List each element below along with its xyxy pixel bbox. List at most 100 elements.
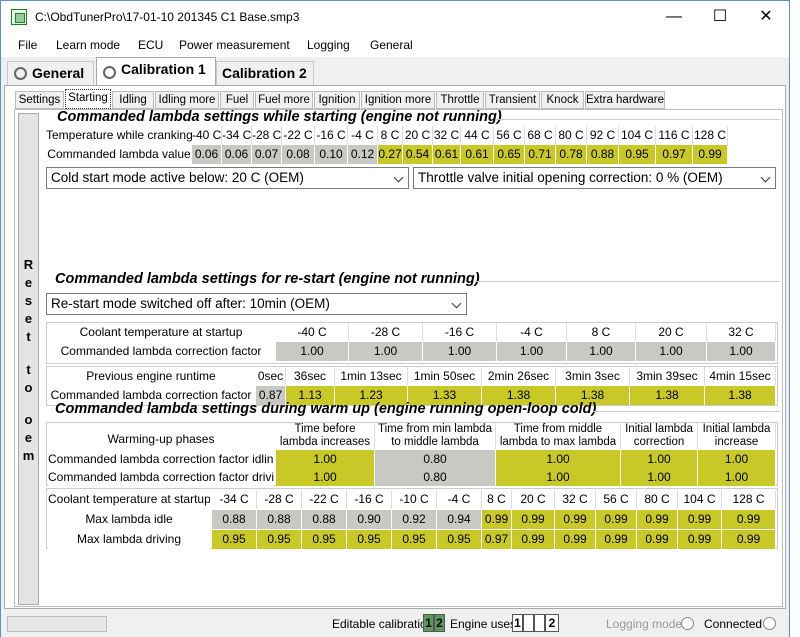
throttle-opening-combo[interactable]: Throttle valve initial opening correctio… xyxy=(413,167,776,189)
max-lambda-idle-cell[interactable]: 0.99 xyxy=(637,510,678,529)
restart-combo[interactable]: Re-start mode switched off after: 10min … xyxy=(46,293,467,315)
tab-calibration-1[interactable]: Calibration 1 xyxy=(96,57,216,85)
max-lambda-driving-cell[interactable]: 0.97 xyxy=(482,530,512,549)
subtab-idling-more[interactable]: Idling more xyxy=(155,91,219,109)
lambda-value-cell[interactable]: 0.06 xyxy=(192,145,222,164)
max-lambda-driving-cell[interactable]: 0.99 xyxy=(637,530,678,549)
connected-radio[interactable] xyxy=(763,617,776,630)
idling-factor-cell[interactable]: 1.00 xyxy=(621,450,698,468)
idling-factor-cell[interactable]: 1.00 xyxy=(698,450,776,468)
lambda-value-cell[interactable]: 0.99 xyxy=(693,145,728,164)
cranking-temp-header: -22 C xyxy=(282,126,315,145)
minimize-button[interactable]: — xyxy=(651,1,697,33)
lambda-value-cell[interactable]: 0.06 xyxy=(222,145,252,164)
max-lambda-idle-cell[interactable]: 0.88 xyxy=(302,510,347,529)
max-lambda-idle-cell[interactable]: 0.99 xyxy=(678,510,722,529)
editable-slot-1[interactable]: 1 xyxy=(423,614,434,632)
idling-factor-cell[interactable]: 0.80 xyxy=(375,450,496,468)
restart-coolant-corr-cell[interactable]: 1.00 xyxy=(707,342,776,361)
tab-general[interactable]: General xyxy=(7,61,94,85)
chevron-down-icon xyxy=(393,172,404,183)
subtab-extra-hardware[interactable]: Extra hardware xyxy=(585,91,665,109)
lambda-value-cell[interactable]: 0.78 xyxy=(556,145,587,164)
logging-mode-radio[interactable] xyxy=(681,617,694,630)
runtime-corr-cell[interactable]: 1.38 xyxy=(705,386,776,405)
menu-logging[interactable]: Logging xyxy=(307,38,350,52)
reset-to-oem-button[interactable]: R e s e t t o o e m xyxy=(18,113,39,605)
lambda-value-cell[interactable]: 0.10 xyxy=(315,145,348,164)
lambda-value-cell[interactable]: 0.97 xyxy=(656,145,693,164)
restart-coolant-corr-cell[interactable]: 1.00 xyxy=(497,342,567,361)
max-lambda-driving-cell[interactable]: 0.95 xyxy=(392,530,437,549)
cold-start-combo[interactable]: Cold start mode active below: 20 C (OEM) xyxy=(46,167,409,189)
close-button[interactable]: ✕ xyxy=(743,1,789,33)
max-lambda-driving-cell[interactable]: 0.95 xyxy=(212,530,257,549)
max-lambda-driving-cell[interactable]: 0.95 xyxy=(347,530,392,549)
menu-general[interactable]: General xyxy=(370,38,413,52)
subtab-settings[interactable]: Settings xyxy=(15,91,64,109)
driving-factor-cell[interactable]: 1.00 xyxy=(698,468,776,486)
subtab-idling[interactable]: Idling xyxy=(112,91,154,109)
lambda-value-cell[interactable]: 0.08 xyxy=(282,145,315,164)
max-lambda-idle-cell[interactable]: 0.88 xyxy=(257,510,302,529)
lambda-value-cell[interactable]: 0.88 xyxy=(587,145,619,164)
lambda-value-cell[interactable]: 0.71 xyxy=(525,145,556,164)
menu-file[interactable]: File xyxy=(18,38,37,52)
driving-factor-cell[interactable]: 1.00 xyxy=(621,468,698,486)
restart-coolant-corr-cell[interactable]: 1.00 xyxy=(349,342,423,361)
max-lambda-driving-cell[interactable]: 0.95 xyxy=(257,530,302,549)
subtab-fuel[interactable]: Fuel xyxy=(220,91,254,109)
max-lambda-idle-cell[interactable]: 0.90 xyxy=(347,510,392,529)
idling-factor-cell[interactable]: 1.00 xyxy=(276,450,375,468)
lambda-value-cell[interactable]: 0.61 xyxy=(461,145,494,164)
section-divider xyxy=(475,281,780,282)
idling-factor-cell[interactable]: 1.00 xyxy=(496,450,621,468)
max-lambda-driving-cell[interactable]: 0.99 xyxy=(596,530,637,549)
lambda-value-cell[interactable]: 0.54 xyxy=(403,145,433,164)
cranking-temp-header: -40 C xyxy=(192,126,222,145)
max-lambda-idle-cell[interactable]: 0.92 xyxy=(392,510,437,529)
max-lambda-idle-cell[interactable]: 0.94 xyxy=(437,510,482,529)
lambda-value-cell[interactable]: 0.07 xyxy=(252,145,282,164)
subtab-fuel-more[interactable]: Fuel more xyxy=(255,91,313,109)
subtab-starting[interactable]: Starting xyxy=(65,89,111,109)
lambda-value-cell[interactable]: 0.65 xyxy=(494,145,525,164)
max-lambda-idle-cell[interactable]: 0.99 xyxy=(722,510,776,529)
lambda-value-cell[interactable]: 0.27 xyxy=(378,145,403,164)
restart-coolant-corr-cell[interactable]: 1.00 xyxy=(567,342,636,361)
driving-factor-cell[interactable]: 0.80 xyxy=(375,468,496,486)
tab-calibration-2[interactable]: Calibration 2 xyxy=(216,61,314,85)
driving-factor-cell[interactable]: 1.00 xyxy=(496,468,621,486)
max-lambda-idle-cell[interactable]: 0.99 xyxy=(555,510,596,529)
restart-coolant-corr-cell[interactable]: 1.00 xyxy=(423,342,497,361)
editable-slot-2[interactable]: 2 xyxy=(434,614,445,632)
max-lambda-driving-cell[interactable]: 0.99 xyxy=(678,530,722,549)
subtab-transient[interactable]: Transient xyxy=(485,91,540,109)
runtime-corr-cell[interactable]: 1.38 xyxy=(630,386,705,405)
restart-coolant-corr-cell[interactable]: 1.00 xyxy=(276,342,349,361)
lambda-value-cell[interactable]: 0.95 xyxy=(619,145,656,164)
lambda-value-cell[interactable]: 0.61 xyxy=(433,145,461,164)
subtab-ignition[interactable]: Ignition xyxy=(314,91,360,109)
subtab-ignition-more[interactable]: Ignition more xyxy=(361,91,435,109)
subtab-throttle[interactable]: Throttle xyxy=(436,91,484,109)
restart-coolant-corr-cell[interactable]: 1.00 xyxy=(636,342,707,361)
restart-coolant-corr-label: Commanded lambda correction factor xyxy=(48,342,274,361)
max-lambda-driving-cell[interactable]: 0.95 xyxy=(437,530,482,549)
menu-ecu[interactable]: ECU xyxy=(138,38,163,52)
subtab-knock[interactable]: Knock xyxy=(541,91,584,109)
menu-power-measurement[interactable]: Power measurement xyxy=(179,38,290,52)
max-lambda-driving-cell[interactable]: 0.99 xyxy=(512,530,555,549)
lambda-value-cell[interactable]: 0.12 xyxy=(348,145,378,164)
max-lambda-idle-cell[interactable]: 0.99 xyxy=(596,510,637,529)
runtime-label: Previous engine runtime xyxy=(48,367,254,386)
max-lambda-idle-cell[interactable]: 0.99 xyxy=(482,510,512,529)
max-lambda-driving-cell[interactable]: 0.95 xyxy=(302,530,347,549)
max-lambda-driving-cell[interactable]: 0.99 xyxy=(555,530,596,549)
menu-learn-mode[interactable]: Learn mode xyxy=(56,38,120,52)
max-lambda-idle-cell[interactable]: 0.88 xyxy=(212,510,257,529)
max-lambda-driving-cell[interactable]: 0.99 xyxy=(722,530,776,549)
maximize-button[interactable]: ☐ xyxy=(697,1,743,33)
max-lambda-idle-cell[interactable]: 0.99 xyxy=(512,510,555,529)
driving-factor-cell[interactable]: 1.00 xyxy=(276,468,375,486)
